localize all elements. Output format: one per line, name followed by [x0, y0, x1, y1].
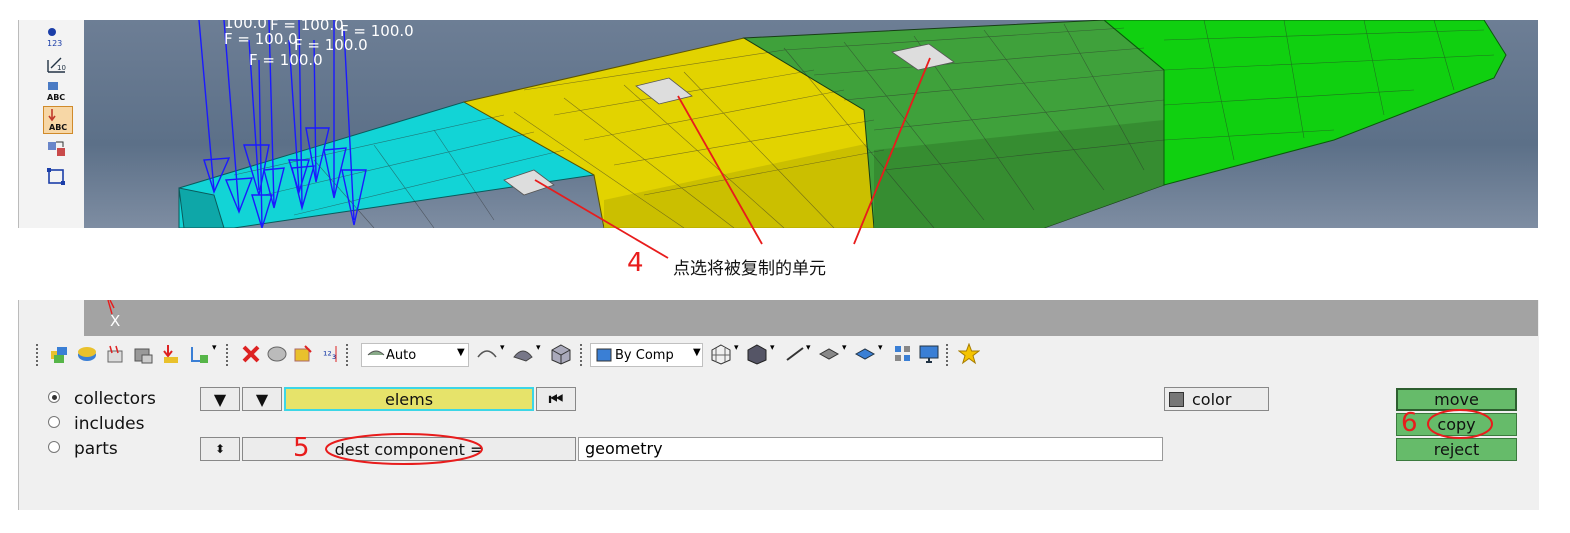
- find-icon[interactable]: [292, 343, 314, 365]
- svg-text:¹²₃: ¹²₃: [323, 349, 336, 362]
- toolbar-separator: [36, 344, 40, 366]
- chevron-down-icon[interactable]: ▾: [212, 343, 220, 365]
- annotation-highlights: [325, 409, 1493, 465]
- chevron-down-icon[interactable]: ▼: [457, 347, 469, 369]
- element-wire-icon[interactable]: [710, 343, 732, 365]
- chevron-down-icon[interactable]: ▾: [536, 343, 544, 365]
- 2d-layer-icon[interactable]: [818, 343, 840, 365]
- chevron-down-icon[interactable]: ▾: [500, 343, 508, 365]
- fe-config-icon[interactable]: [892, 343, 914, 365]
- delete-icon[interactable]: [240, 343, 262, 365]
- color-mode-value: By Comp: [615, 347, 674, 363]
- viewport-strip: X: [84, 300, 1538, 336]
- chevron-down-icon[interactable]: ▾: [770, 343, 778, 365]
- import-icon[interactable]: [160, 343, 182, 365]
- surface-shaded-icon[interactable]: [512, 343, 534, 365]
- step-4-caption: 点选将被复制的单元: [673, 259, 826, 279]
- property-icon[interactable]: [132, 343, 154, 365]
- 1d-line-icon[interactable]: [784, 343, 806, 365]
- by-comp-icon: [596, 348, 612, 362]
- toolbar-separator: [226, 344, 230, 366]
- chevron-down-icon[interactable]: ▼: [693, 347, 705, 369]
- export-icon[interactable]: [188, 343, 210, 365]
- shaded-icon: [367, 350, 385, 356]
- step-4-number: 4: [627, 248, 644, 278]
- chevron-down-icon[interactable]: ▾: [842, 343, 850, 365]
- solid-cube-icon[interactable]: [550, 343, 572, 365]
- toolbar-separator: [346, 344, 350, 366]
- loadcol-icon[interactable]: [104, 343, 126, 365]
- assemblies-icon[interactable]: [76, 343, 98, 365]
- monitor-icon[interactable]: [918, 343, 940, 365]
- element-shaded-icon[interactable]: [746, 343, 768, 365]
- components-icon[interactable]: [48, 343, 70, 365]
- 3d-layer-icon[interactable]: [854, 343, 876, 365]
- star-icon[interactable]: [957, 342, 981, 365]
- axis-x-label: X: [110, 312, 121, 330]
- chevron-down-icon[interactable]: ▾: [878, 343, 886, 365]
- color-mode-select[interactable]: By Comp: [590, 343, 703, 367]
- display-mode-value: Auto: [386, 347, 417, 363]
- toolbar-separator: [580, 344, 584, 366]
- step-6-number: 6: [1401, 408, 1418, 438]
- step-5-number: 5: [293, 433, 310, 463]
- chevron-down-icon[interactable]: ▾: [734, 343, 742, 365]
- mask-icon[interactable]: [266, 343, 288, 365]
- renumber-icon[interactable]: ¹²₃: [320, 343, 342, 365]
- main-toolbar: ▾ ¹²₃ Auto ▼ ▾ ▾ By Comp ▼ ▾ ▾ ▾ ▾ ▾: [36, 341, 1036, 371]
- chevron-down-icon[interactable]: ▾: [806, 343, 814, 365]
- surface-wire-icon[interactable]: [476, 343, 498, 365]
- toolbar-separator: [946, 344, 950, 366]
- display-mode-select[interactable]: Auto: [361, 343, 469, 367]
